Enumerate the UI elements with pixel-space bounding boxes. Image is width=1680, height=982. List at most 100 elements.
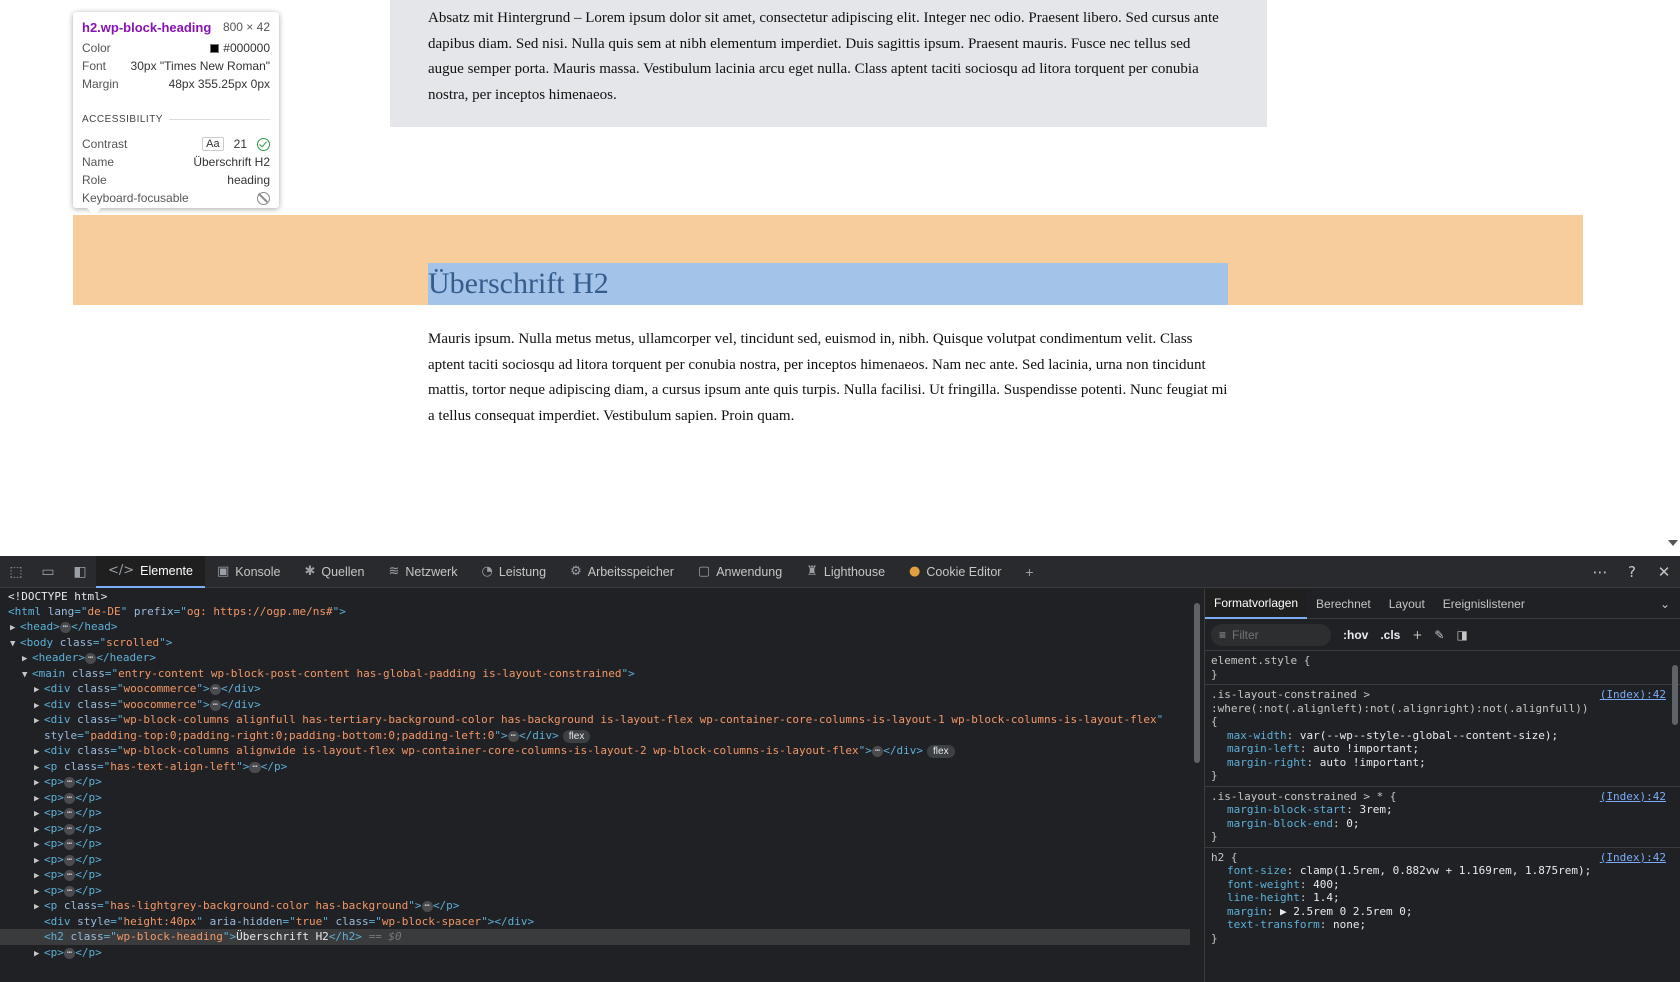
- inspector-tooltip: h2.wp-block-heading 800 × 42 Color #0000…: [73, 12, 279, 215]
- styles-filter-input[interactable]: [1232, 627, 1317, 642]
- dom-p[interactable]: ▶ <p> ⋯ </p>: [0, 852, 1190, 868]
- rule-layout-constrained-where[interactable]: (Index):42 .is-layout-constrained > :whe…: [1205, 685, 1680, 787]
- css-value: var(--wp--style--global--content-size);: [1299, 728, 1559, 742]
- dom-body[interactable]: ▼ <body class="scrolled">: [0, 635, 1190, 651]
- devtools-tab-bar: ⬚ ▭ ◧ </> Elemente ▣ Konsole ✱ Quellen ≋ Netzwe…: [0, 555, 1680, 588]
- tab-icon: ◔: [481, 564, 493, 579]
- dom-div-columns-full[interactable]: ▶ <div class="wp-block-columns alignfull …: [0, 712, 1190, 728]
- elements-scrollbar[interactable]: [1190, 589, 1204, 982]
- dom-p-align-left[interactable]: ▶ <p class="has-text-align-left"> ⋯ </p>: [0, 759, 1190, 775]
- tab-icon: ≋: [388, 564, 400, 579]
- dom-doctype[interactable]: <!DOCTYPE html>: [0, 589, 1190, 605]
- dom-div-woocommerce[interactable]: ▶ <div class="woocommerce"> ⋯ </div>: [0, 681, 1190, 697]
- tab-icon: ✱: [304, 564, 316, 579]
- more-options-icon[interactable]: ⋯: [1584, 563, 1616, 581]
- tab-icon: ▣: [216, 564, 230, 579]
- css-declaration[interactable]: margin: ▶ 2.5rem 0 2.5rem 0;: [1211, 905, 1674, 919]
- tooltip-keyboard-label: Keyboard-focusable: [82, 191, 189, 205]
- devtools-tab-arbeitsspeicher[interactable]: ⚙ Arbeitsspeicher: [558, 556, 686, 588]
- tab-formatvorlagen[interactable]: Formatvorlagen: [1205, 589, 1308, 619]
- dom-h2-selected[interactable]: <h2 class="wp-block-heading">Überschrift…: [0, 929, 1190, 945]
- rule-source-link[interactable]: (Index):42: [1600, 851, 1666, 865]
- filter-icon: ≡: [1219, 627, 1227, 642]
- hov-toggle[interactable]: :hov: [1343, 628, 1368, 642]
- dom-p[interactable]: ▶ <p> ⋯ </p>: [0, 790, 1190, 806]
- dom-html[interactable]: <html lang="de-DE" prefix="og: https://o…: [0, 604, 1190, 620]
- rule-source-link[interactable]: (Index):42: [1600, 790, 1666, 804]
- dom-p[interactable]: ▶ <p> ⋯ </p>: [0, 805, 1190, 821]
- css-property: text-transform: [1227, 918, 1320, 931]
- rule-layout-constrained-all[interactable]: (Index):42 .is-layout-constrained > * { …: [1205, 787, 1680, 848]
- tab-berechnet[interactable]: Berechnet: [1307, 589, 1380, 619]
- dom-div-spacer[interactable]: <div style="height:40px" aria-hidden="tr…: [0, 914, 1190, 930]
- css-declaration[interactable]: line-height: 1.4;: [1211, 891, 1674, 905]
- dom-div-columns-full-style[interactable]: style="padding-top:0;padding-right:0;pad…: [0, 728, 1190, 744]
- css-property: line-height: [1227, 891, 1300, 904]
- css-declaration[interactable]: margin-left: auto !important;: [1211, 742, 1674, 756]
- dom-p[interactable]: ▶ <p> ⋯ </p>: [0, 867, 1190, 883]
- devtools-tab-quellen[interactable]: ✱ Quellen: [292, 556, 376, 588]
- dom-p[interactable]: ▶ <p> ⋯ </p>: [0, 821, 1190, 837]
- cls-toggle[interactable]: .cls: [1380, 628, 1400, 642]
- contrast-aa-badge: Aa: [202, 137, 224, 151]
- css-declaration[interactable]: font-weight: 400;: [1211, 878, 1674, 892]
- elements-tree: <!DOCTYPE html> <html lang="de-DE" prefi…: [0, 589, 1190, 982]
- tab-ereignislistener[interactable]: Ereignislistener: [1434, 589, 1534, 619]
- paint-icon[interactable]: ✎: [1434, 628, 1444, 642]
- css-property: font-size: [1227, 864, 1287, 877]
- css-declaration[interactable]: font-size: clamp(1.5rem, 0.882vw + 1.169…: [1211, 864, 1674, 878]
- add-tab-icon[interactable]: +: [1013, 556, 1045, 588]
- chevron-down-icon[interactable]: ⌄: [1660, 597, 1670, 611]
- rule-source-link[interactable]: (Index):42: [1600, 688, 1666, 702]
- dom-p[interactable]: ▶ <p> ⋯ </p>: [0, 836, 1190, 852]
- dom-header[interactable]: ▶ <header> ⋯ </header>: [0, 650, 1190, 666]
- devtools-tab-cookie-editor[interactable]: ● Cookie Editor: [897, 556, 1013, 588]
- inspect-element-icon[interactable]: ⬚: [0, 556, 32, 588]
- css-declaration[interactable]: text-transform: none;: [1211, 918, 1674, 932]
- tab-label: Anwendung: [716, 564, 783, 579]
- dom-div-columns-wide[interactable]: ▶ <div class="wp-block-columns alignwide …: [0, 743, 1190, 759]
- css-property: margin-block-start: [1227, 803, 1347, 816]
- help-icon[interactable]: ?: [1616, 563, 1648, 581]
- dock-side-icon[interactable]: ◧: [64, 556, 96, 588]
- devtools-tab-elemente[interactable]: </> Elemente: [96, 555, 205, 588]
- css-declaration[interactable]: margin-right: auto !important;: [1211, 756, 1674, 770]
- devtools-tab-lighthouse[interactable]: ♜ Lighthouse: [794, 556, 897, 588]
- devtools-tab-anwendung[interactable]: ▢ Anwendung: [686, 556, 794, 588]
- tab-label: Arbeitsspeicher: [587, 564, 674, 579]
- devtools-tab-konsole[interactable]: ▣ Konsole: [205, 556, 292, 588]
- page-heading-h2[interactable]: Überschrift H2: [428, 263, 1228, 305]
- css-declaration[interactable]: margin-block-start: 3rem;: [1211, 803, 1674, 817]
- scroll-down-icon[interactable]: [1668, 540, 1678, 546]
- tab-label: Konsole: [235, 564, 281, 579]
- dom-main[interactable]: ▼ <main class="entry-content wp-block-pos…: [0, 666, 1190, 682]
- dom-p-lightgrey[interactable]: ▶ <p class="has-lightgrey-background-colo…: [0, 898, 1190, 914]
- styles-scrollbar[interactable]: [1670, 651, 1680, 982]
- flex-badge[interactable]: flex: [562, 730, 591, 743]
- rule-selector: :where(:not(.alignleft):not(.alignright)…: [1211, 701, 1589, 715]
- dom-p[interactable]: ▶ <p> ⋯ </p>: [0, 945, 1190, 961]
- rule-h2[interactable]: (Index):42 h2 { font-size: clamp(1.5rem,…: [1205, 848, 1680, 949]
- dom-head[interactable]: ▶ <head> ⋯ </head>: [0, 619, 1190, 635]
- rule-element-style[interactable]: element.style { }: [1205, 651, 1680, 685]
- paragraph-with-background: Absatz mit Hintergrund – Lorem ipsum dol…: [428, 10, 1219, 103]
- dom-p[interactable]: ▶ <p> ⋯ </p>: [0, 774, 1190, 790]
- tooltip-font-label: Font: [82, 59, 107, 73]
- dom-div-woocommerce[interactable]: ▶ <div class="woocommerce"> ⋯ </div>: [0, 697, 1190, 713]
- page-viewport: Absatz mit Hintergrund – Lorem ipsum dol…: [0, 0, 1680, 556]
- styles-filter-bar: ≡ :hov .cls + ✎ ◨: [1205, 619, 1680, 651]
- tab-icon: </>: [108, 563, 135, 578]
- new-rule-icon[interactable]: +: [1412, 628, 1422, 642]
- flex-badge[interactable]: flex: [927, 745, 955, 758]
- devtools-tab-leistung[interactable]: ◔ Leistung: [469, 556, 558, 588]
- tab-layout[interactable]: Layout: [1380, 589, 1434, 619]
- dom-p[interactable]: ▶ <p> ⋯ </p>: [0, 883, 1190, 899]
- devtools-tab-netzwerk[interactable]: ≋ Netzwerk: [376, 556, 469, 588]
- tooltip-selector: h2.wp-block-heading: [82, 19, 212, 35]
- close-devtools-icon[interactable]: ✕: [1648, 563, 1680, 581]
- computed-sidebar-icon[interactable]: ◨: [1456, 628, 1467, 642]
- device-toolbar-icon[interactable]: ▭: [32, 556, 64, 588]
- rule-selector: element.style {: [1211, 654, 1311, 667]
- css-declaration[interactable]: margin-block-end: 0;: [1211, 817, 1674, 831]
- css-declaration[interactable]: max-width: var(--wp--style--global--cont…: [1211, 729, 1674, 743]
